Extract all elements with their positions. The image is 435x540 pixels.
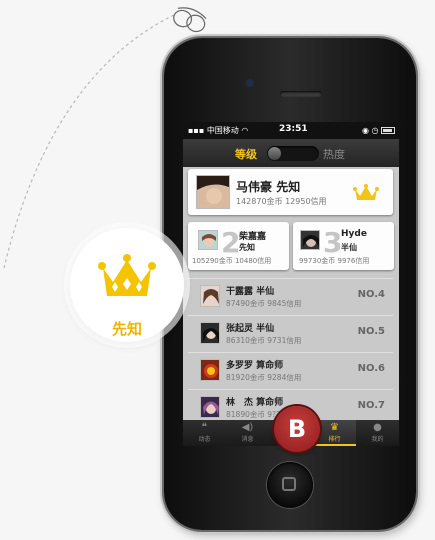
rank-first-credit: 12950信用 (285, 197, 327, 206)
person-icon: ● (373, 422, 382, 433)
alarm-icon: ◷ (371, 126, 379, 135)
rank-row-coins: 81890金币 (226, 410, 265, 419)
rank-row-coins: 87490金币 (226, 299, 265, 308)
rank-second-credit: 10480信用 (234, 257, 272, 265)
rank-second-number: 2 (221, 226, 241, 259)
avatar (200, 322, 220, 344)
rank-row-number: NO.5 (357, 326, 385, 337)
rank-first-coins: 142870金币 (236, 197, 283, 206)
rank-third-name: Hyde (341, 229, 367, 239)
tab-messages-label: 消息 (241, 436, 254, 443)
tab-messages[interactable]: ◀) 消息 (226, 420, 269, 446)
tab-profile[interactable]: ● 我的 (356, 420, 399, 446)
rank-second-coins: 105290金币 (192, 257, 233, 265)
avatar (300, 230, 320, 250)
crown-icon (353, 184, 379, 200)
avatar (200, 359, 220, 381)
tab-feed-label: 动态 (198, 436, 211, 443)
rank-row-number: NO.4 (357, 289, 385, 300)
front-camera (246, 79, 254, 87)
rank-third-credit: 9976信用 (337, 257, 370, 265)
tab-popularity[interactable]: 热度 (323, 146, 345, 162)
rank-third-coins: 99730金币 (299, 257, 336, 265)
rank-second-card[interactable]: 2 柴嘉嘉 先知 105290金币 10480信用 (188, 222, 289, 270)
rank-row-credit: 9845信用 (267, 299, 302, 308)
status-bar: ▪▪▪ 中国移动 ◠ 23:51 ◉ ◷ (183, 122, 399, 139)
rank-row-coins: 86310金币 (226, 336, 265, 345)
rank-row-title: 半仙 (256, 324, 275, 334)
rank-row-number: NO.7 (357, 400, 385, 411)
rank-row-coins: 81920金币 (226, 373, 265, 382)
rank-third-number: 3 (323, 226, 343, 259)
battery-icon (381, 127, 395, 134)
rank-row-title: 算命师 (256, 361, 284, 371)
rank-row[interactable]: 多罗罗 算命师 81920金币 9284信用 NO.6 (188, 352, 393, 387)
rank-row-name: 干露露 (226, 287, 254, 297)
rank-row-name: 多罗罗 (226, 361, 254, 371)
chat-icon: ❝ (201, 422, 208, 433)
rank-third-title: 半仙 (341, 243, 357, 252)
badge-label: 先知 (111, 320, 142, 338)
rank-second-title: 先知 (239, 243, 255, 252)
home-square-icon (282, 477, 296, 491)
avatar (200, 396, 220, 418)
speaker-icon: ◀) (241, 422, 254, 433)
tab-profile-label: 我的 (371, 436, 384, 443)
rank-row-name: 张起灵 (226, 324, 254, 334)
top-nav-bar: 等级 热度 (183, 139, 399, 167)
rank-third-card[interactable]: 3 Hyde 半仙 99730金币 9976信用 (293, 222, 394, 270)
rank-row-name: 林 杰 (226, 398, 254, 408)
rank-first-title: 先知 (276, 180, 301, 194)
rank-row-credit: 9284信用 (267, 373, 302, 382)
tab-level[interactable]: 等级 (235, 146, 257, 162)
center-b-button[interactable]: B (274, 406, 320, 452)
avatar (198, 230, 218, 250)
rank-row-credit: 9731信用 (267, 336, 302, 345)
crown-icon (98, 254, 156, 296)
avatar (200, 285, 220, 307)
rank-row[interactable]: 张起灵 半仙 86310金币 9731信用 NO.5 (188, 315, 393, 350)
earpiece-speaker (280, 91, 322, 97)
wifi-icon: ◠ (241, 126, 249, 135)
app-screen: ▪▪▪ 中国移动 ◠ 23:51 ◉ ◷ 等级 热度 马伟豪 先知 142870… (183, 122, 399, 446)
rank-row[interactable]: 干露露 半仙 87490金币 9845信用 NO.4 (188, 278, 393, 313)
rank-second-name: 柴嘉嘉 (239, 232, 267, 242)
tab-ranking-label: 排行 (328, 436, 341, 443)
rank-row-title: 算命师 (256, 398, 284, 408)
rank-row-title: 半仙 (256, 287, 275, 297)
tab-feed[interactable]: ❝ 动态 (183, 420, 226, 446)
signal-icon: ▪▪▪ (188, 126, 205, 135)
status-time: 23:51 (279, 124, 308, 134)
rank-first-card[interactable]: 马伟豪 先知 142870金币 12950信用 (188, 169, 393, 215)
nav-toggle-knob[interactable] (268, 147, 281, 160)
rank-first-name: 马伟豪 (236, 180, 273, 194)
rank-row-number: NO.6 (357, 363, 385, 374)
avatar (196, 175, 230, 209)
lock-rotation-icon: ◉ (361, 126, 369, 135)
carrier-label: 中国移动 (206, 126, 239, 135)
